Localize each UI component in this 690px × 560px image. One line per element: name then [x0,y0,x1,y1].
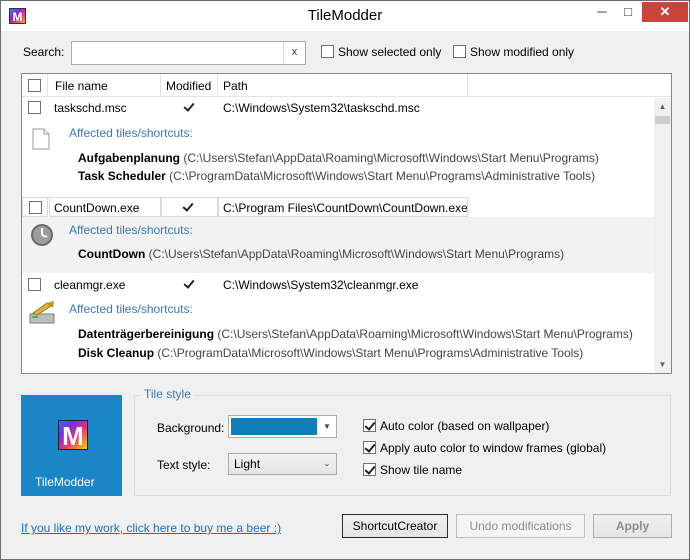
document-icon [32,128,50,150]
checkbox-box[interactable] [453,45,466,59]
shortcut-path: (C:\Users\Stefan\AppData\Roaming\Microso… [217,327,633,341]
search-box: x [71,41,306,65]
affected-shortcuts-panel: Affected tiles/shortcuts: Aufgabenplanun… [22,118,654,198]
checkbox-box[interactable] [363,441,376,455]
minimize-button[interactable]: ─ [589,2,615,22]
row-select-checkbox[interactable] [29,201,42,215]
row-select-checkbox[interactable] [28,101,41,115]
shortcut-path: (C:\ProgramData\Microsoft\Windows\Start … [157,346,584,360]
tile-label: TileModder [35,475,95,489]
row-select-checkbox[interactable] [28,278,41,292]
vertical-scrollbar[interactable]: ▲ ▼ [654,98,671,373]
tile-style-group: Tile style Background: ▼ Text style: Lig… [134,387,671,496]
shortcut-path: (C:\ProgramData\Microsoft\Windows\Start … [169,169,596,183]
text-style-dropdown[interactable]: Light ⌄ [228,453,337,475]
show-modified-only-label: Show modified only [470,45,575,59]
shortcut-path: (C:\Users\Stefan\AppData\Roaming\Microso… [183,151,599,165]
checkbox-box[interactable] [363,419,376,433]
path-cell: C:\Program Files\CountDown\CountDown.exe [218,197,468,217]
column-header-file-name[interactable]: File name [48,74,161,97]
file-list[interactable]: File name Modified Path taskschd.msc C:\… [21,73,672,374]
apply-frames-label: Apply auto color to window frames (globa… [380,441,607,455]
shortcut-name: Disk Cleanup [78,346,155,360]
apply-button[interactable]: Apply [593,514,672,538]
background-label: Background: [157,421,225,435]
text-style-value: Light [234,457,261,471]
shortcut-name: Datenträgerbereinigung [78,327,215,341]
path-cell: C:\Windows\System32\cleanmgr.exe [223,278,419,292]
shortcut-line: CountDown (C:\Users\Stefan\AppData\Roami… [78,247,564,261]
title-bar: M TileModder ─ □ ✕ [1,1,689,31]
list-item-row[interactable]: cleanmgr.exe C:\Windows\System32\cleanmg… [22,275,654,295]
auto-color-label: Auto color (based on wallpaper) [380,419,550,433]
list-item-row[interactable]: taskschd.msc C:\Windows\System32\tasksch… [22,98,654,118]
tile-app-icon: M [58,420,88,451]
list-item-row[interactable]: CountDown.exe C:\Program Files\CountDown… [22,197,654,217]
checkbox-box[interactable] [321,45,334,59]
background-color-swatch [231,418,317,435]
file-name-cell: CountDown.exe [49,197,161,217]
auto-color-checkbox[interactable]: Auto color (based on wallpaper) [363,419,549,433]
background-color-dropdown[interactable]: ▼ [228,415,337,438]
path-cell: C:\Windows\System32\taskschd.msc [223,101,420,115]
affected-title: Affected tiles/shortcuts: [69,223,193,237]
chevron-down-icon[interactable]: ⌄ [320,455,334,472]
shortcut-name: Aufgabenplanung [78,151,180,165]
shortcut-line: Aufgabenplanung (C:\Users\Stefan\AppData… [78,151,599,165]
shortcut-line: Datenträgerbereinigung (C:\Users\Stefan\… [78,327,633,341]
show-modified-only-checkbox[interactable]: Show modified only [453,45,574,59]
text-style-label: Text style: [157,458,211,472]
show-selected-only-label: Show selected only [338,45,442,59]
show-tile-name-label: Show tile name [380,463,463,477]
affected-shortcuts-panel: Affected tiles/shortcuts: CountDown (C:\… [22,217,654,273]
maximize-button[interactable]: □ [615,2,641,22]
affected-shortcuts-panel: Affected tiles/shortcuts: Datenträgerber… [22,295,654,373]
row-checkbox-cell[interactable] [22,197,48,217]
shortcut-line: Disk Cleanup (C:\ProgramData\Microsoft\W… [78,346,583,360]
search-label: Search: [23,45,65,59]
modified-checkbox[interactable] [183,101,196,114]
shortcut-line: Task Scheduler (C:\ProgramData\Microsoft… [78,169,595,183]
modified-checkbox[interactable] [182,201,195,214]
shortcut-name: Task Scheduler [78,169,166,183]
show-selected-only-checkbox[interactable]: Show selected only [321,45,441,59]
shortcut-creator-button[interactable]: ShortcutCreator [342,514,448,538]
column-header-modified[interactable]: Modified [161,74,218,97]
disk-cleanup-icon [29,301,55,324]
window-title: TileModder [307,7,383,24]
affected-title: Affected tiles/shortcuts: [69,302,193,316]
clock-icon [31,224,53,246]
chevron-down-icon[interactable]: ▼ [320,418,334,435]
column-header-path[interactable]: Path [218,74,468,97]
scroll-thumb[interactable] [655,116,670,124]
scroll-down-arrow-icon[interactable]: ▼ [654,356,671,373]
undo-modifications-button[interactable]: Undo modifications [456,514,585,538]
row-checkbox-cell[interactable] [28,275,41,295]
modified-cell [162,275,196,295]
main-window: M TileModder ─ □ ✕ Search: x Show select… [0,0,690,560]
affected-title: Affected tiles/shortcuts: [69,126,193,140]
search-input[interactable] [72,42,277,64]
show-tile-name-checkbox[interactable]: Show tile name [363,463,462,477]
row-checkbox-cell[interactable] [28,98,41,118]
header-select-all[interactable] [22,74,48,97]
file-name-cell: taskschd.msc [54,101,127,115]
donate-link[interactable]: If you like my work, click here to buy m… [21,521,281,535]
scroll-up-arrow-icon[interactable]: ▲ [654,98,671,115]
tile-preview: M TileModder [21,395,122,496]
close-button[interactable]: ✕ [642,2,688,22]
modified-cell [161,197,218,217]
checkbox-box[interactable] [363,463,376,477]
file-name-cell: cleanmgr.exe [54,278,126,292]
shortcut-path: (C:\Users\Stefan\AppData\Roaming\Microso… [148,247,565,261]
shortcut-name: CountDown [78,247,146,261]
apply-frames-checkbox[interactable]: Apply auto color to window frames (globa… [363,441,606,455]
select-all-checkbox[interactable] [28,79,41,93]
modified-checkbox[interactable] [183,278,196,291]
modified-cell [162,98,196,118]
list-header: File name Modified Path [22,74,671,97]
tile-style-title: Tile style [141,387,194,401]
search-clear-button[interactable]: x [283,42,305,64]
